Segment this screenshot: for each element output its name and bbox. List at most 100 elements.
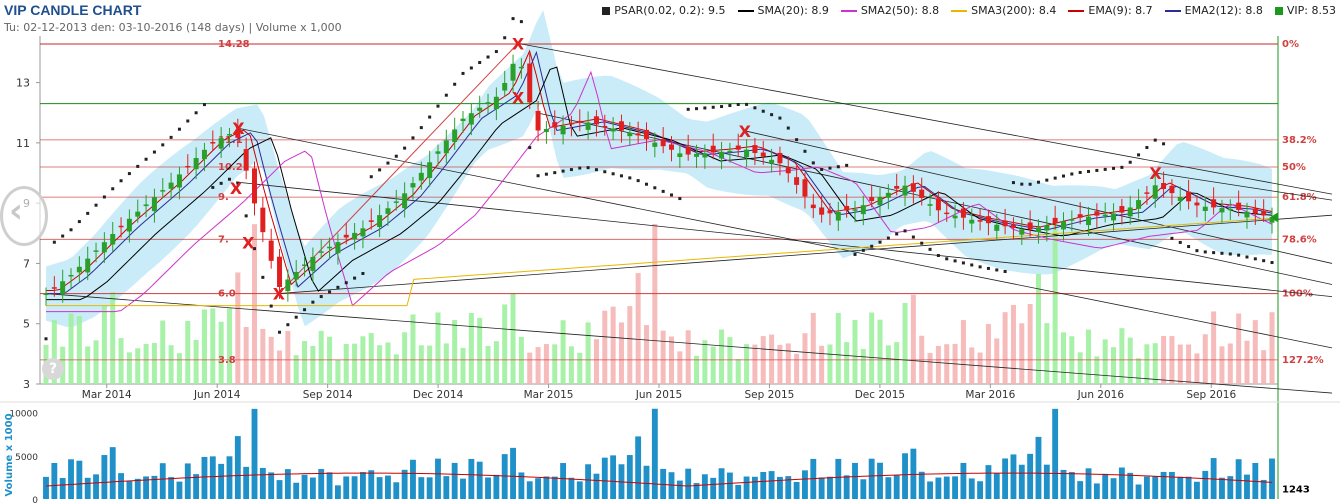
- volume-bar-bg: [201, 309, 207, 384]
- volume-bar: [251, 408, 258, 499]
- volume-bar: [1244, 474, 1250, 499]
- volume-bar: [793, 481, 800, 499]
- psar-dot: [544, 172, 548, 176]
- volume-bar-bg: [1186, 344, 1192, 384]
- psar-dot: [745, 102, 749, 106]
- candle-body: [135, 211, 141, 217]
- volume-bar-bg: [143, 344, 149, 384]
- psar-dot: [202, 103, 206, 107]
- candle-body: [101, 242, 107, 253]
- fib-price-label: 9.: [218, 192, 229, 203]
- candle-body: [935, 198, 941, 211]
- volume-bar: [326, 472, 333, 499]
- candle-body: [902, 185, 908, 196]
- psar-dot: [569, 168, 573, 172]
- volume-bar-bg: [719, 329, 725, 384]
- volume-bar-bg: [785, 343, 791, 384]
- candle-body: [201, 149, 207, 160]
- candle-body: [1060, 221, 1066, 230]
- volume-bar-bg: [1060, 332, 1067, 384]
- psar-dot: [461, 71, 465, 75]
- candle-body: [1102, 214, 1108, 217]
- volume-bar-bg: [1202, 334, 1208, 384]
- volume-bar-bg: [1027, 303, 1033, 384]
- volume-bar-bg: [160, 320, 166, 384]
- volume-bar: [159, 463, 166, 499]
- volume-bar: [343, 476, 350, 499]
- volume-bar-bg: [327, 336, 333, 384]
- question-icon[interactable]: ?: [42, 358, 64, 380]
- psar-dot: [770, 113, 774, 117]
- psar-dot: [411, 136, 415, 140]
- candle-body: [126, 218, 132, 232]
- candle-body: [360, 228, 366, 237]
- volume-bar: [802, 470, 808, 499]
- psar-dot: [961, 261, 965, 265]
- candle-body: [1252, 208, 1258, 214]
- candle-body: [944, 212, 950, 215]
- fib-level-label: 50%: [1282, 162, 1306, 173]
- psar-dot: [703, 106, 707, 110]
- volume-bar-bg: [1152, 343, 1158, 384]
- candle-body: [885, 192, 891, 198]
- psar-dot: [995, 268, 999, 272]
- psar-dot: [578, 166, 582, 170]
- volume-bar-bg: [210, 308, 216, 384]
- candle-body: [669, 144, 675, 150]
- volume-bar: [451, 462, 458, 499]
- volume-bar: [309, 477, 316, 499]
- candle-body: [243, 149, 249, 171]
- psar-dot: [328, 290, 332, 294]
- chevron-left-icon[interactable]: ‹: [0, 186, 48, 246]
- candle-body: [727, 150, 733, 153]
- candle-body: [93, 250, 99, 252]
- volume-bar: [1177, 476, 1184, 499]
- psar-dot: [753, 106, 757, 110]
- candle-body: [226, 134, 232, 136]
- volume-bar: [643, 465, 650, 499]
- volume-bar-bg: [810, 312, 816, 384]
- volume-bar: [1043, 464, 1050, 499]
- volume-bar: [134, 478, 141, 499]
- psar-dot: [219, 181, 223, 185]
- volume-bar: [334, 485, 341, 499]
- fib-price-label: 6.0: [218, 289, 236, 300]
- candle-body: [744, 149, 750, 158]
- psar-dot: [1112, 166, 1116, 170]
- volume-bar-bg: [1227, 343, 1233, 384]
- psar-dot: [1137, 153, 1141, 157]
- candle-body: [560, 125, 566, 135]
- volume-bar-bg: [1269, 312, 1275, 384]
- psar-dot: [1020, 182, 1024, 186]
- fib-level-label: 0%: [1282, 39, 1299, 50]
- volume-bar-bg: [552, 344, 558, 384]
- psar-dot: [936, 253, 940, 257]
- volume-bar-bg: [1177, 344, 1183, 384]
- candle-body: [493, 96, 499, 110]
- volume-bar-bg: [1144, 344, 1150, 384]
- candle-body: [835, 211, 841, 221]
- volume-bar: [201, 456, 208, 499]
- candle-body: [719, 151, 725, 159]
- psar-dot: [503, 36, 507, 40]
- volume-bar: [126, 481, 133, 499]
- candle-body: [752, 145, 758, 154]
- candle-body: [785, 167, 791, 174]
- psar-dot: [878, 240, 882, 244]
- psar-dot: [1078, 170, 1082, 174]
- volume-bar: [1035, 436, 1042, 499]
- candle-body: [1035, 227, 1041, 233]
- psar-dot: [786, 126, 790, 130]
- psar-dot: [853, 252, 857, 256]
- psar-dot: [611, 172, 615, 176]
- price-chart[interactable]: 35791113Mar 2014Jun 2014Sep 2014Dec 2014…: [0, 0, 1340, 504]
- volume-bar-bg: [393, 354, 399, 384]
- psar-dot: [1203, 250, 1207, 254]
- candle-body: [635, 133, 641, 136]
- psar-dot: [294, 315, 298, 319]
- swing-x-marker: X: [232, 119, 245, 138]
- volume-bar: [1077, 481, 1084, 499]
- swing-x-marker: X: [230, 179, 243, 198]
- candle-body: [1211, 199, 1217, 208]
- psar-dot: [194, 111, 198, 115]
